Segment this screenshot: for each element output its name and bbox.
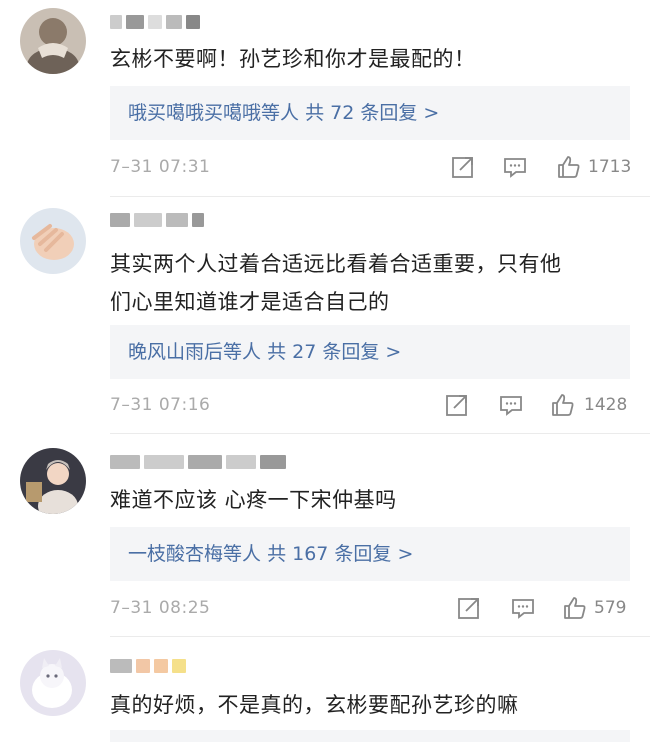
comment-footer: 7–31 08:25 579: [110, 593, 630, 623]
replies-link[interactable]: 哦买噶哦买噶哦等人 共 72 条回复 >: [110, 86, 630, 140]
share-icon[interactable]: [450, 154, 476, 180]
divider: [110, 196, 650, 197]
comment-icon[interactable]: [510, 595, 536, 621]
thumbs-up-icon[interactable]: [556, 154, 582, 180]
thumbs-up-icon[interactable]: [550, 392, 576, 418]
replies-link[interactable]: 一枝酸杏梅等人 共 167 条回复 >: [110, 527, 630, 581]
replies-count: 共 27 条回复 >: [267, 341, 402, 363]
comment-text-line: 其实两个人过着合适远比看着合适重要，只有他: [110, 252, 562, 276]
replies-users: 晚风山雨后等人: [128, 341, 262, 363]
timestamp: 7–31 07:16: [110, 395, 211, 415]
thumbs-up-icon[interactable]: [562, 595, 588, 621]
comment-text: 玄彬不要啊！孙艺珍和你才是最配的！: [110, 47, 476, 71]
share-icon[interactable]: [456, 595, 482, 621]
divider: [110, 636, 650, 637]
username[interactable]: [110, 12, 204, 36]
username[interactable]: [110, 656, 190, 680]
avatar[interactable]: [20, 448, 86, 514]
like-count: 1428: [584, 395, 628, 415]
comment-icon[interactable]: [502, 154, 528, 180]
comment-icon[interactable]: [498, 392, 524, 418]
timestamp: 7–31 07:31: [110, 157, 211, 177]
avatar[interactable]: [20, 8, 86, 74]
replies-count: 共 72 条回复 >: [305, 102, 440, 124]
share-icon[interactable]: [444, 392, 470, 418]
comment-text-line: 们心里知道谁才是适合自己的: [110, 290, 390, 314]
comment-footer: 7–31 07:16 1428: [110, 390, 630, 420]
comment-footer: 7–31 07:31 1713: [110, 152, 632, 182]
comment-text: 其实两个人过着合适远比看着合适重要，只有他 们心里知道谁才是适合自己的: [110, 245, 630, 321]
replies-users: 哦买噶哦买噶哦等人: [128, 102, 300, 124]
username[interactable]: [110, 210, 208, 234]
replies-users: 一枝酸杏梅等人: [128, 543, 262, 565]
username[interactable]: [110, 452, 290, 476]
comment-text: 真的好烦，不是真的，玄彬要配孙艺珍的嘛: [110, 693, 519, 717]
comment-text: 难道不应该 心疼一下宋仲基吗: [110, 488, 397, 512]
like-count: 1713: [588, 157, 632, 177]
replies-count: 共 167 条回复 >: [267, 543, 414, 565]
avatar[interactable]: [20, 208, 86, 274]
replies-link[interactable]: [110, 730, 630, 742]
replies-link[interactable]: 晚风山雨后等人 共 27 条回复 >: [110, 325, 630, 379]
timestamp: 7–31 08:25: [110, 598, 211, 618]
like-count: 579: [594, 598, 627, 618]
avatar[interactable]: [20, 650, 86, 716]
divider: [110, 433, 650, 434]
